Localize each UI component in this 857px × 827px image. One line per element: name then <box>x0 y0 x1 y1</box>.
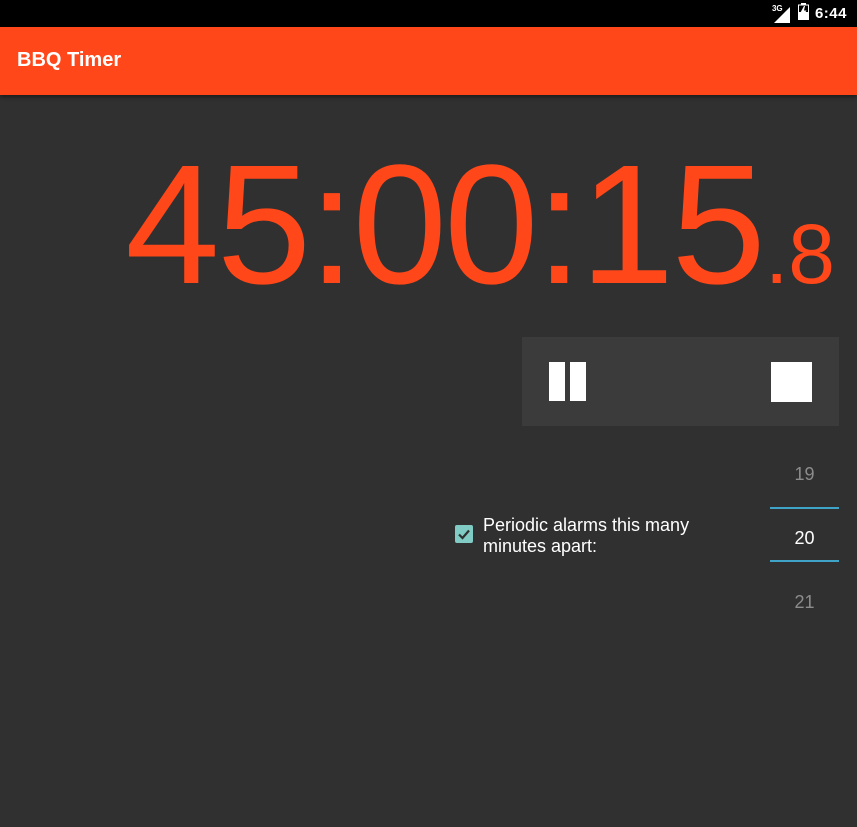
picker-divider-top <box>770 507 839 509</box>
timer-display: 45:00:15 .8 <box>125 140 835 310</box>
timer-tenths-digit: .8 <box>764 207 835 301</box>
check-icon <box>458 529 470 540</box>
pause-button[interactable] <box>540 354 595 409</box>
timer-main-digits: 45:00:15 <box>125 130 766 320</box>
signal-icon: 3G <box>772 4 792 23</box>
timer-controls <box>522 337 839 426</box>
picker-divider-bottom <box>770 560 839 562</box>
periodic-alarm-row: Periodic alarms this many minutes apart: <box>455 515 723 557</box>
picker-next-value[interactable]: 21 <box>770 592 839 613</box>
app-bar: BBQ Timer <box>0 27 857 95</box>
minute-number-picker[interactable]: 19 20 21 <box>770 450 839 620</box>
picker-current-value[interactable]: 20 <box>770 528 839 549</box>
status-icons: 3G 6:44 <box>772 0 847 27</box>
status-bar: 3G 6:44 <box>0 0 857 27</box>
battery-charging-icon <box>797 2 809 25</box>
stop-button[interactable] <box>763 354 818 409</box>
status-clock: 6:44 <box>814 5 847 22</box>
picker-previous-value[interactable]: 19 <box>770 464 839 485</box>
periodic-alarm-label: Periodic alarms this many minutes apart: <box>483 515 690 556</box>
app-title: BBQ Timer <box>17 49 122 71</box>
periodic-alarm-checkbox[interactable] <box>455 525 473 543</box>
